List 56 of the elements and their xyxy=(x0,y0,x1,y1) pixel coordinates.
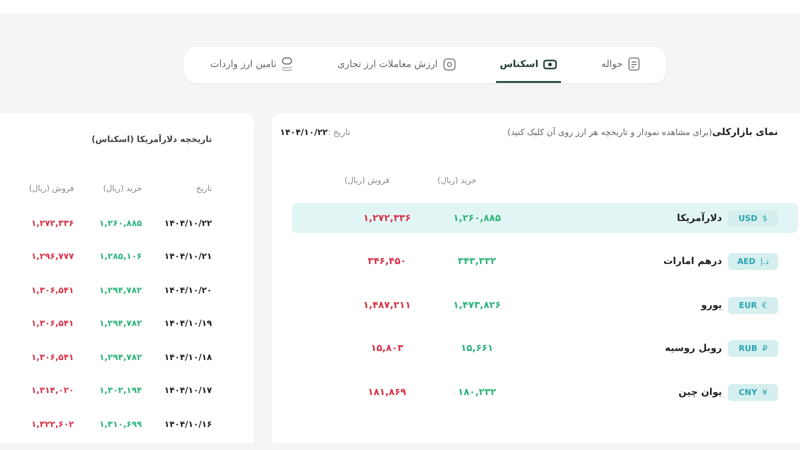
column-header: فروش (ریال) xyxy=(344,176,390,185)
banknote-icon xyxy=(543,58,558,70)
currency-name: یورو xyxy=(700,300,723,310)
currency-badge: ₽ RUB xyxy=(728,340,778,357)
column-header: خرید (ریال) xyxy=(436,176,478,185)
coins-icon xyxy=(281,57,294,71)
date-cell-text: ۱۴۰۴/۱۰/۲۲ xyxy=(163,218,212,229)
market-title: نمای بازارکلی(برای مشاهده نمودار و تاریخچه هر ارز روی آن کلیک کنید) xyxy=(507,127,778,138)
column-header: تاریخ xyxy=(195,184,212,193)
sell-price: ۱,۲۷۲,۳۳۶ xyxy=(30,218,74,229)
buy-price: ۱۸۰,۲۳۲ xyxy=(456,386,498,398)
buy-price: ۱,۳۱۰,۶۹۹ xyxy=(98,420,142,430)
currency-name: درهم امارات xyxy=(662,256,723,267)
buy-price: ۳۴۳,۳۳۲ xyxy=(456,256,498,267)
document-icon xyxy=(628,57,640,71)
sell-price: ۱,۳۰۶,۵۴۱ xyxy=(30,319,74,330)
currency-name: دلارآمریکا xyxy=(676,212,723,224)
buy-price: ۱,۲۸۵,۱۰۶ xyxy=(98,252,142,262)
sell-price: ۱,۳۰۶,۵۴۱ xyxy=(30,352,74,363)
tab[interactable]: ارزش معاملات ارز تجاری xyxy=(333,47,460,83)
date-cell-text: ۱۴۰۴/۱۰/۱۶ xyxy=(163,420,212,430)
sell-price: ۱۸۱,۸۶۹ xyxy=(366,386,408,398)
buy-price: ۱,۴۷۳,۸۲۶ xyxy=(452,300,502,310)
sell-price: ۱,۳۱۴,۰۲۰ xyxy=(30,386,74,396)
date-cell-text: ۱۴۰۴/۱۰/۱۸ xyxy=(163,352,212,363)
date-cell-text: ۱۴۰۴/۱۰/۱۷ xyxy=(163,386,212,396)
sell-price: ۱,۲۷۲,۳۳۶ xyxy=(362,212,412,224)
sell-price: ۱,۴۸۷,۲۱۱ xyxy=(362,300,412,310)
buy-price: ۱۵,۶۶۱ xyxy=(460,343,494,354)
currency-name: روبل روسیه xyxy=(664,343,723,354)
date-cell-text: ۱۴۰۴/۱۰/۲۰ xyxy=(163,286,212,296)
buy-price: ۱,۲۶۰,۸۸۵ xyxy=(452,212,502,224)
date-cell-text: ۱۴۰۴/۱۰/۲۱ xyxy=(163,252,212,262)
buy-price: ۱,۳۰۲,۱۹۴ xyxy=(98,386,142,396)
currency-badge: ¥ CNY xyxy=(728,384,778,400)
market-date: تاریخ :۱۴۰۴/۱۰/۲۲ xyxy=(280,128,350,138)
sell-price: ۱,۳۲۲,۶۰۲ xyxy=(30,420,74,430)
currency-name: یوان چین xyxy=(678,386,723,398)
column-header: فروش (ریال) xyxy=(28,184,74,193)
sell-price: ۱,۳۰۶,۵۴۱ xyxy=(30,286,74,296)
currency-badge: € EUR xyxy=(728,296,778,314)
buy-price: ۱,۲۹۴,۷۸۲ xyxy=(98,352,142,363)
coin-icon xyxy=(442,58,456,70)
tab[interactable]: حواله xyxy=(597,47,644,83)
sell-price: ۳۴۶,۴۵۰ xyxy=(366,256,408,267)
sell-price: ۱,۲۹۶,۷۷۷ xyxy=(30,252,74,262)
tab[interactable]: اسکناس xyxy=(496,47,562,83)
buy-price: ۱,۲۹۴,۷۸۲ xyxy=(98,319,142,330)
buy-price: ۱,۲۶۰,۸۸۵ xyxy=(98,218,142,229)
buy-price: ۱,۲۹۴,۷۸۲ xyxy=(98,286,142,296)
sell-price: ۱۵,۸۰۳ xyxy=(370,343,404,354)
date-cell-text: ۱۴۰۴/۱۰/۱۹ xyxy=(163,319,212,330)
currency-badge: $ USD xyxy=(728,210,778,226)
column-header: خرید (ریال) xyxy=(102,184,142,193)
history-title: تاریخچه دلارآمریکا (اسکناس) xyxy=(91,135,212,145)
tab[interactable]: تامین ارز واردات xyxy=(206,47,298,83)
